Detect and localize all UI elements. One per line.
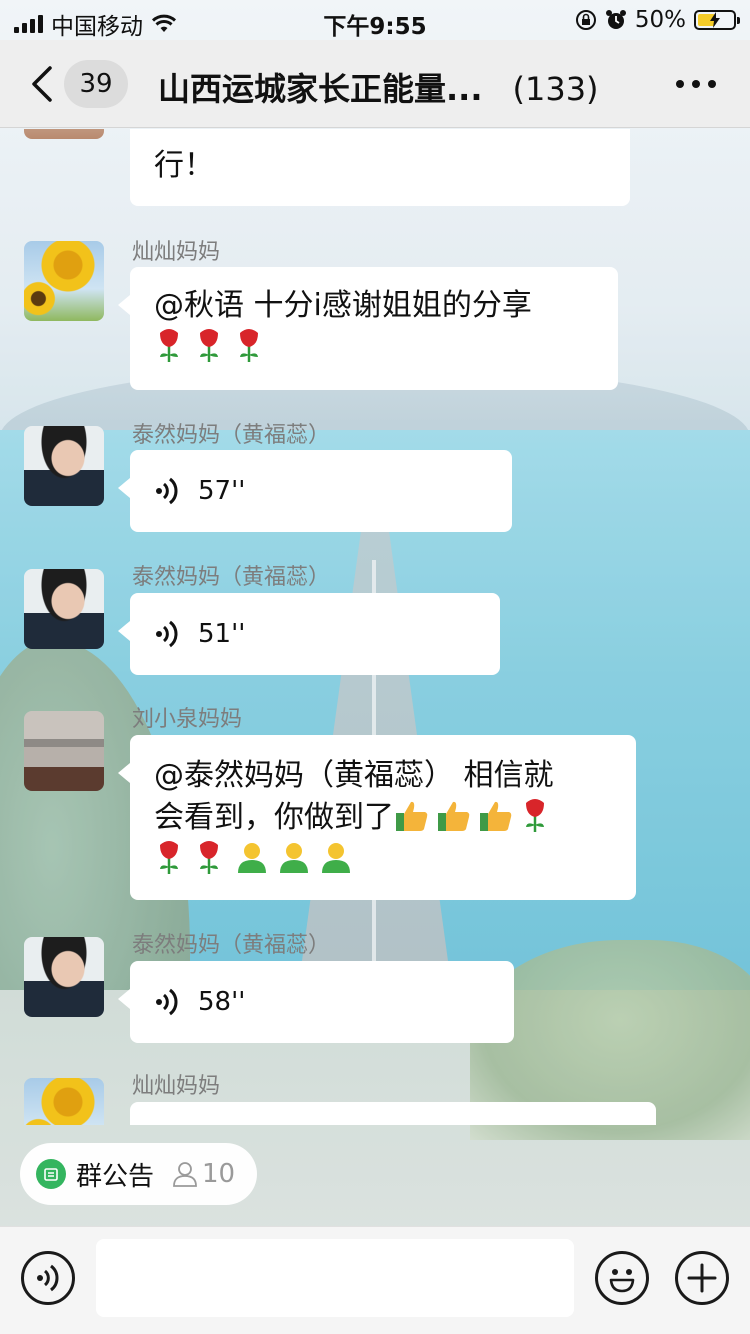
message-text: 会看到，你做到了 xyxy=(154,800,394,835)
message-input[interactable] xyxy=(96,1239,574,1317)
alarm-icon xyxy=(605,10,626,29)
status-bar: 中国移动 下午9:55 50% xyxy=(0,0,750,40)
rose-icon xyxy=(160,841,178,874)
battery-percent: 50% xyxy=(634,7,686,33)
thumbs-up-icon xyxy=(396,801,428,831)
message-bubble[interactable]: @泰然妈妈（黄福蕊） 相信就 会看到，你做到了 xyxy=(118,735,636,900)
person-icon xyxy=(280,843,308,873)
message-text: @秋语 十分i感谢姐姐的分享 xyxy=(154,288,532,323)
voice-message-bubble[interactable]: 51'' xyxy=(118,593,500,675)
message-text: @泰然妈妈（黄福蕊） 相信就 xyxy=(154,758,554,793)
voice-wave-icon xyxy=(156,620,178,648)
rose-icon xyxy=(160,329,178,362)
avatar[interactable] xyxy=(24,426,104,506)
thumbs-up-icon xyxy=(480,801,512,831)
rose-icon xyxy=(200,329,218,362)
group-member-count: (133) xyxy=(512,70,599,108)
voice-wave-icon xyxy=(156,477,178,505)
avatar[interactable] xyxy=(24,937,104,1017)
smiley-icon xyxy=(609,1269,635,1293)
avatar[interactable] xyxy=(24,1078,104,1125)
sender-name: 灿灿妈妈 xyxy=(132,1074,221,1099)
group-name: 山西运城家长正能量... xyxy=(158,70,483,108)
person-outline-icon xyxy=(173,1162,197,1187)
more-options-icon[interactable] xyxy=(676,80,716,88)
voice-input-button[interactable] xyxy=(21,1251,75,1305)
rotation-lock-icon xyxy=(575,10,596,30)
notice-member-count: 10 xyxy=(202,1159,236,1189)
plus-icon xyxy=(687,1263,717,1293)
thumbs-up-icon xyxy=(438,801,470,831)
person-icon xyxy=(322,843,350,873)
sender-name: 泰然妈妈（黄福蕊） xyxy=(132,423,331,448)
message-text: 行！ xyxy=(154,148,214,183)
message-bubble[interactable]: 行！ xyxy=(130,129,630,206)
battery-icon xyxy=(694,10,740,30)
voice-duration: 57'' xyxy=(198,476,246,506)
person-icon xyxy=(238,843,266,873)
unread-count-badge[interactable]: 39 xyxy=(64,60,128,108)
rose-icon xyxy=(200,841,218,874)
voice-message-bubble[interactable]: 57'' xyxy=(118,450,512,532)
voice-wave-icon xyxy=(37,1264,59,1292)
notice-label: 群公告 xyxy=(76,1161,155,1192)
chat-header: 39 山西运城家长正能量... (133) xyxy=(0,40,750,128)
message-bubble[interactable]: @秋语 十分i感谢姐姐的分享 xyxy=(118,267,618,390)
sender-name: 泰然妈妈（黄福蕊） xyxy=(132,565,331,590)
message-bubble[interactable] xyxy=(130,1102,656,1125)
avatar[interactable] xyxy=(24,129,104,139)
add-more-button[interactable] xyxy=(675,1251,729,1305)
notice-icon xyxy=(36,1159,66,1189)
voice-duration: 58'' xyxy=(198,987,246,1017)
notice-members: 10 xyxy=(172,1159,235,1189)
voice-duration: 51'' xyxy=(198,619,246,649)
sender-name: 泰然妈妈（黄福蕊） xyxy=(132,933,331,958)
chat-title: 山西运城家长正能量... (133) xyxy=(158,64,599,110)
back-arrow-icon[interactable] xyxy=(28,64,58,104)
rose-icon xyxy=(240,329,258,362)
avatar[interactable] xyxy=(24,241,104,321)
avatar[interactable] xyxy=(24,711,104,791)
voice-wave-icon xyxy=(156,988,178,1016)
emoji-button[interactable] xyxy=(595,1251,649,1305)
sender-name: 灿灿妈妈 xyxy=(132,240,221,265)
input-bar xyxy=(0,1226,750,1334)
avatar[interactable] xyxy=(24,569,104,649)
group-notice-button[interactable]: 群公告 10 xyxy=(20,1143,258,1205)
message-list: 行！ 灿灿妈妈 @秋语 十分i感谢姐姐的分享 泰然妈妈（黄福蕊） 57'' 泰然… xyxy=(0,129,750,1125)
sender-name: 刘小泉妈妈 xyxy=(132,707,243,732)
rose-icon xyxy=(526,799,544,832)
voice-message-bubble[interactable]: 58'' xyxy=(118,961,514,1043)
